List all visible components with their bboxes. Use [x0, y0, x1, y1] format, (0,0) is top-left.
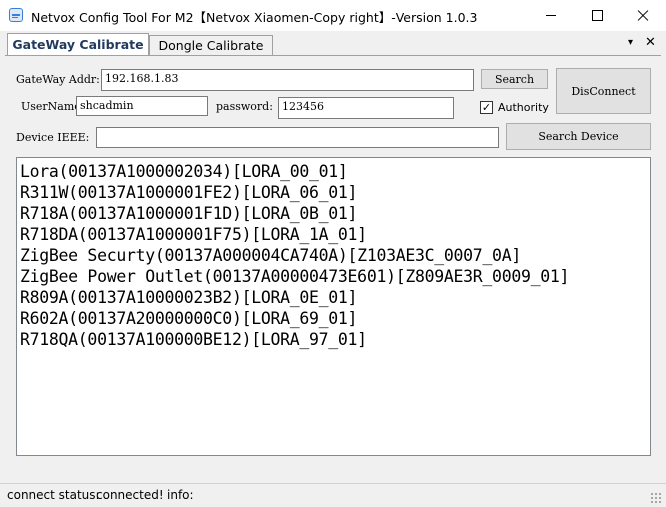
- list-item[interactable]: R718DA(00137A1000001F75)[LORA_1A_01]: [20, 224, 647, 245]
- tab-close-icon[interactable]: ✕: [645, 35, 656, 50]
- resize-grip-icon[interactable]: [650, 492, 662, 504]
- list-item[interactable]: ZigBee Securty(00137A000004CA740A)[Z103A…: [20, 245, 647, 266]
- window-title: Netvox Config Tool For M2【Netvox Xiaomen…: [31, 10, 478, 25]
- list-item[interactable]: ZigBee Power Outlet(00137A00000473E601)[…: [20, 266, 647, 287]
- authority-label: Authority: [498, 101, 549, 114]
- tab-strip: GateWay Calibrate Dongle Calibrate ▾ ✕: [0, 31, 666, 55]
- minimize-icon: [546, 15, 556, 16]
- search-button[interactable]: Search: [481, 69, 548, 89]
- status-bar: connect status: connected! info:: [0, 483, 666, 507]
- maximize-icon: [591, 10, 603, 21]
- close-button[interactable]: [620, 0, 666, 31]
- info-label: info:: [167, 488, 194, 502]
- connect-status-label: connect status:: [7, 488, 100, 502]
- list-item[interactable]: Lora(00137A1000002034)[LORA_00_01]: [20, 161, 647, 182]
- close-icon: [637, 10, 649, 22]
- tab-gateway-calibrate[interactable]: GateWay Calibrate: [7, 33, 149, 55]
- username-input[interactable]: shcadmin: [76, 96, 208, 116]
- maximize-button[interactable]: [574, 0, 620, 31]
- password-label: password:: [216, 100, 273, 113]
- connect-status-value: connected!: [96, 488, 164, 502]
- minimize-button[interactable]: [528, 0, 574, 31]
- gateway-addr-input[interactable]: 192.168.1.83: [101, 69, 474, 91]
- list-item[interactable]: R602A(00137A20000000C0)[LORA_69_01]: [20, 308, 647, 329]
- list-item[interactable]: R718QA(00137A100000BE12)[LORA_97_01]: [20, 329, 647, 350]
- checkmark-icon: ✓: [481, 101, 492, 114]
- username-label: UserName:: [21, 100, 85, 113]
- title-bar: Netvox Config Tool For M2【Netvox Xiaomen…: [0, 0, 666, 31]
- search-device-button[interactable]: Search Device: [506, 123, 651, 150]
- password-input[interactable]: 123456: [278, 97, 454, 119]
- device-ieee-input[interactable]: [96, 127, 499, 148]
- device-list[interactable]: Lora(00137A1000002034)[LORA_00_01] R311W…: [16, 157, 651, 456]
- device-ieee-label: Device IEEE:: [16, 131, 90, 144]
- tab-list-dropdown-icon[interactable]: ▾: [628, 37, 633, 48]
- config-tool-icon: [9, 8, 23, 22]
- list-item[interactable]: R718A(00137A1000001F1D)[LORA_0B_01]: [20, 203, 647, 224]
- authority-checkbox[interactable]: ✓: [480, 101, 493, 114]
- gateway-addr-label: GateWay Addr:: [16, 73, 100, 86]
- list-item[interactable]: R311W(00137A1000001FE2)[LORA_06_01]: [20, 182, 647, 203]
- disconnect-button[interactable]: DisConnect: [556, 68, 651, 114]
- tab-dongle-calibrate[interactable]: Dongle Calibrate: [149, 35, 273, 55]
- list-item[interactable]: R809A(00137A10000023B2)[LORA_0E_01]: [20, 287, 647, 308]
